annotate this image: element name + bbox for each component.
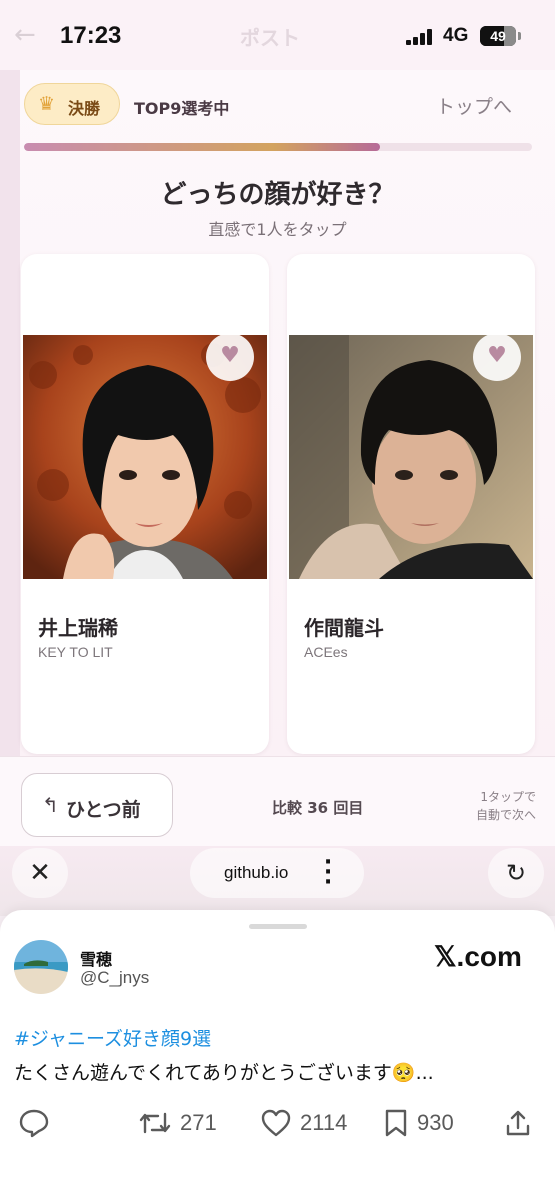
network-type: 4G — [443, 25, 469, 46]
candidate-group-left: KEY TO LIT — [38, 644, 113, 660]
bookmark-icon — [385, 1109, 407, 1137]
top-link[interactable]: トップへ — [436, 92, 512, 119]
like-icon — [261, 1109, 291, 1137]
progress-bar — [24, 143, 532, 151]
auto-note-line1: 1タップで — [480, 790, 536, 804]
question-hint: 直感で1人をタップ — [208, 220, 347, 239]
header-title: ポスト — [240, 26, 300, 50]
bookmark-button[interactable]: 930 — [383, 1108, 454, 1142]
retweet-count: 271 — [180, 1110, 217, 1135]
reply-icon — [19, 1109, 49, 1138]
auto-next-note: 1タップで 自動で次へ — [452, 788, 536, 824]
undo-arrow-icon: ↰ — [42, 793, 59, 817]
comparison-count: 比較 36 回目 — [272, 799, 364, 817]
auto-note-line2: 自動で次へ — [475, 808, 536, 822]
like-count: 2114 — [300, 1110, 348, 1135]
battery-tip — [518, 32, 521, 40]
battery-level: 49 — [490, 28, 506, 44]
question-title: どっちの顔が好き？ — [160, 180, 395, 210]
x-logo[interactable]: 𝕏.com — [434, 940, 522, 973]
sheet-handle[interactable] — [249, 924, 307, 929]
tweet-text: たくさん遊んでくれてありがとうございます🥺... — [14, 1062, 434, 1084]
retweet-icon — [139, 1112, 171, 1134]
previous-button-label: ひとつ前 — [66, 799, 141, 821]
candidate-name-left: 井上瑞稀 — [38, 616, 118, 640]
close-icon[interactable]: ✕ — [12, 848, 68, 898]
like-button[interactable]: 2114 — [260, 1108, 347, 1142]
progress-fill — [24, 143, 380, 151]
url-text[interactable]: github.io — [224, 863, 288, 883]
retweet-button[interactable]: 271 — [138, 1108, 217, 1142]
round-badge-label: 決勝 — [68, 99, 101, 118]
user-handle[interactable]: @C_jnys — [80, 968, 149, 988]
back-arrow-icon[interactable]: ← — [14, 20, 36, 50]
share-button[interactable] — [504, 1108, 532, 1142]
avatar[interactable] — [14, 940, 68, 994]
signal-icon — [406, 29, 436, 45]
user-name[interactable]: 雪穂 — [80, 946, 112, 970]
bookmark-count: 930 — [417, 1110, 454, 1135]
more-icon[interactable]: · · · — [318, 852, 338, 894]
heart-icon[interactable]: ♥ — [473, 333, 521, 381]
round-status: TOP9選考中 — [134, 99, 230, 118]
status-time: 17:23 — [60, 22, 122, 49]
candidate-group-right: ACEes — [304, 644, 348, 660]
crown-icon: ♛ — [38, 93, 56, 115]
hashtag-link[interactable]: #ジャニーズ好き顔9選 — [14, 1024, 211, 1051]
reply-button[interactable] — [18, 1108, 50, 1142]
candidate-name-right: 作間龍斗 — [304, 616, 384, 640]
battery-icon: 49 — [480, 26, 516, 46]
reload-icon[interactable]: ↻ — [488, 848, 544, 898]
heart-icon[interactable]: ♥ — [206, 333, 254, 381]
share-icon — [506, 1110, 530, 1136]
